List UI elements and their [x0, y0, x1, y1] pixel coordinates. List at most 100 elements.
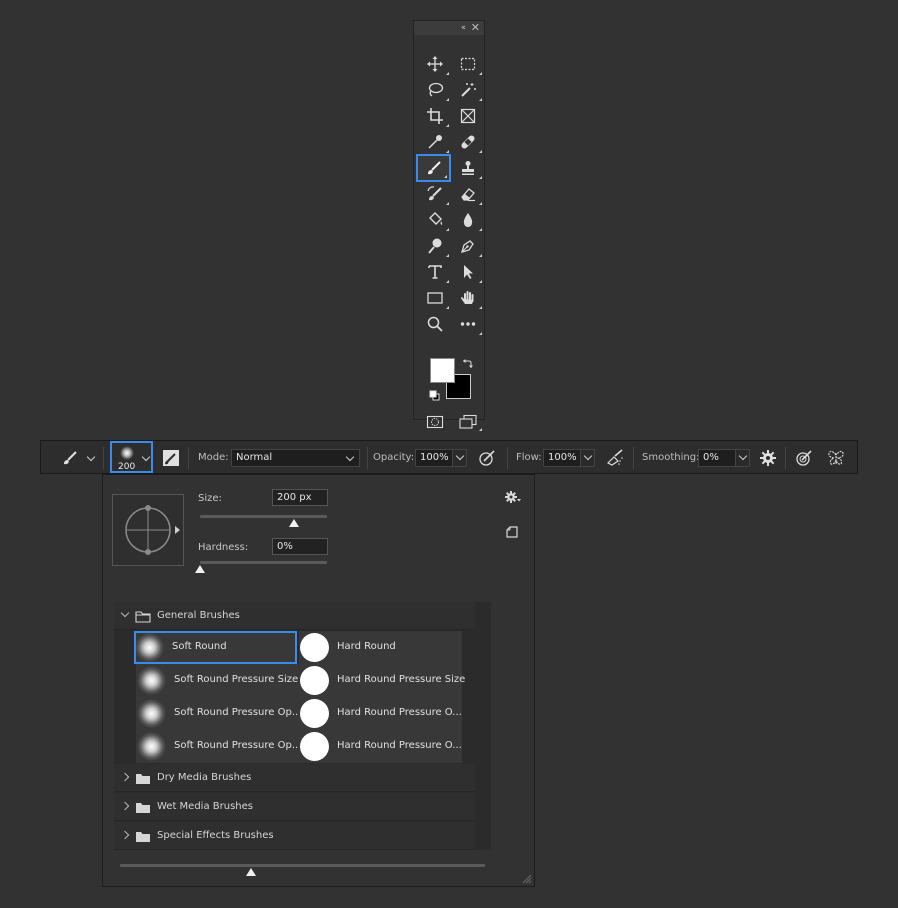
chevron-right-icon[interactable]	[120, 830, 130, 840]
mode-select[interactable]: Normal	[231, 449, 360, 467]
gear-icon[interactable]	[504, 490, 522, 504]
flow-input[interactable]: 100%	[543, 449, 581, 467]
crop-tool-button[interactable]	[418, 103, 451, 129]
hardness-slider-track[interactable]	[200, 561, 327, 564]
tools-panel-body	[414, 35, 484, 431]
airbrush-icon[interactable]	[606, 449, 624, 467]
new-brush-preset-icon[interactable]	[505, 525, 519, 539]
size-slider-track[interactable]	[200, 515, 327, 518]
ellipsis-icon	[460, 322, 475, 326]
brush-list-scrollbar[interactable]	[478, 602, 491, 850]
flow-slider-toggle[interactable]	[580, 449, 595, 467]
brush-group-special-effects[interactable]: Special Effects Brushes	[114, 822, 475, 850]
brush-preset-name: Hard Round Pressure O...	[337, 740, 462, 751]
chevron-down-icon[interactable]	[86, 452, 96, 462]
brush-preset-name: Soft Round Pressure Op...	[174, 740, 302, 751]
marquee-tool-button[interactable]	[451, 51, 484, 77]
brush-group-dry-media[interactable]: Dry Media Brushes	[114, 764, 475, 792]
brush-preset-hard-round-pressure-opacity[interactable]: Hard Round Pressure O...	[299, 697, 462, 730]
paint-bucket-tool-button[interactable]	[418, 207, 451, 233]
brush-group-wet-media[interactable]: Wet Media Brushes	[114, 793, 475, 821]
pressure-opacity-icon[interactable]	[478, 449, 496, 467]
magic-wand-icon	[460, 83, 476, 97]
brush-preset-soft-round-pressure-opacity[interactable]: Soft Round Pressure Op...	[136, 697, 301, 730]
size-input[interactable]: 200 px	[272, 489, 328, 506]
chevron-down-icon	[455, 451, 465, 461]
hardness-slider-thumb[interactable]	[195, 565, 205, 573]
water-drop-icon	[463, 213, 472, 227]
brush-preset-picker-button[interactable]: 200	[110, 441, 153, 473]
swap-colors-icon[interactable]	[461, 358, 473, 370]
thumbnail-size-slider-track[interactable]	[120, 864, 485, 867]
history-brush-tool-button[interactable]	[418, 181, 451, 207]
default-colors-icon[interactable]	[429, 390, 440, 401]
gear-icon[interactable]	[759, 449, 777, 467]
path-selection-tool-button[interactable]	[451, 259, 484, 285]
symmetry-butterfly-icon[interactable]	[827, 449, 845, 467]
brush-preset-soft-round-pressure-size[interactable]: Soft Round Pressure Size	[136, 664, 299, 697]
healing-brush-tool-button[interactable]	[451, 129, 484, 155]
tools-panel-header[interactable]: ‹‹ ✕	[414, 21, 484, 36]
clone-stamp-tool-button[interactable]	[451, 155, 484, 181]
submenu-indicator	[446, 202, 449, 205]
brush-preset-hard-round-pressure-size[interactable]: Hard Round Pressure Size	[299, 664, 465, 697]
screen-mode-button[interactable]	[451, 411, 484, 433]
type-tool-button[interactable]	[418, 259, 451, 285]
quick-mask-button[interactable]	[418, 411, 451, 433]
paint-bucket-icon	[428, 212, 442, 225]
brush-preset-hard-round-pressure-opacity-2[interactable]: Hard Round Pressure O...	[299, 730, 462, 763]
eraser-tool-button[interactable]	[451, 181, 484, 207]
chevron-down-icon	[583, 451, 593, 461]
brush-settings-panel-icon[interactable]	[162, 449, 180, 467]
smoothing-label: Smoothing:	[642, 452, 700, 463]
tools-panel: ‹‹ ✕	[413, 20, 485, 431]
dodge-tool-button[interactable]	[418, 233, 451, 259]
brush-tool-button[interactable]	[416, 154, 451, 182]
chevron-right-icon[interactable]	[120, 801, 130, 811]
brush-preset-hard-round[interactable]: Hard Round	[299, 631, 462, 664]
blur-tool-button[interactable]	[451, 207, 484, 233]
move-tool-button[interactable]	[418, 51, 451, 77]
history-brush-icon	[426, 186, 442, 201]
chevron-right-icon[interactable]	[120, 772, 130, 782]
opacity-input[interactable]: 100%	[415, 449, 453, 467]
close-icon[interactable]: ✕	[471, 21, 480, 34]
resize-grip-icon[interactable]	[520, 872, 532, 884]
pen-tool-button[interactable]	[451, 233, 484, 259]
frame-tool-button[interactable]	[451, 103, 484, 129]
pressure-size-icon[interactable]	[795, 449, 813, 467]
chevron-down-icon[interactable]	[120, 608, 130, 618]
chevron-down-icon	[738, 451, 748, 461]
brush-group-general[interactable]: General Brushes	[114, 602, 475, 630]
brush-roundness-dial-icon	[125, 505, 180, 555]
thumbnail-size-slider-thumb[interactable]	[246, 868, 257, 876]
hardness-input[interactable]: 0%	[272, 538, 328, 555]
brush-preset-name: Soft Round Pressure Size	[174, 674, 299, 685]
brush-preset-soft-round[interactable]: Soft Round	[134, 631, 297, 664]
brush-angle-preview[interactable]	[112, 494, 184, 566]
hand-tool-button[interactable]	[451, 285, 484, 311]
smoothing-input[interactable]: 0%	[698, 449, 736, 467]
lasso-tool-button[interactable]	[418, 77, 451, 103]
brush-preset-name: Hard Round	[337, 641, 396, 652]
foreground-color-swatch[interactable]	[430, 358, 455, 383]
magic-wand-tool-button[interactable]	[451, 77, 484, 103]
more-tools-button[interactable]	[451, 311, 484, 337]
smoothing-slider-toggle[interactable]	[735, 449, 750, 467]
soft-brush-thumbnail	[135, 633, 164, 662]
brush-preset-soft-round-pressure-opacity-2[interactable]: Soft Round Pressure Op...	[136, 730, 302, 763]
collapse-icon[interactable]: ‹‹	[461, 23, 466, 33]
zoom-tool-button[interactable]	[418, 311, 451, 337]
opacity-slider-toggle[interactable]	[452, 449, 467, 467]
folder-icon	[136, 832, 150, 842]
submenu-indicator	[446, 280, 449, 283]
brush-preset-picker: Size: 200 px Hardness: 0% General Brushe…	[102, 474, 535, 887]
brush-tool-preset-icon[interactable]	[61, 450, 79, 466]
brush-group-name: Wet Media Brushes	[157, 801, 253, 812]
size-slider-thumb[interactable]	[288, 519, 299, 527]
folder-icon	[136, 774, 150, 784]
chevron-down-icon	[141, 452, 151, 462]
submenu-indicator	[446, 254, 449, 257]
rectangle-tool-button[interactable]	[418, 285, 451, 311]
eyedropper-tool-button[interactable]	[418, 129, 451, 155]
